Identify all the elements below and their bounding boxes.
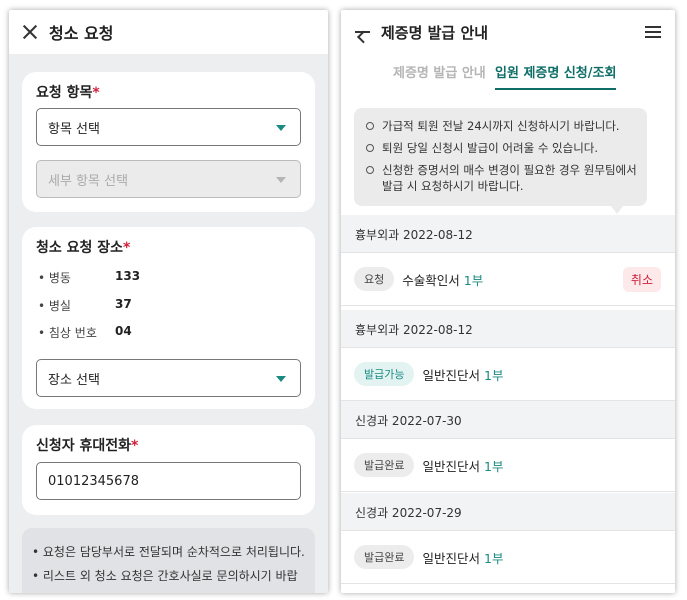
required-mark: * bbox=[123, 240, 131, 256]
required-mark: * bbox=[131, 438, 139, 454]
close-icon[interactable] bbox=[21, 23, 39, 41]
location-field-bed: • 침상 번호 04 bbox=[38, 324, 132, 340]
circle-bullet-icon bbox=[366, 166, 374, 174]
document-count: 1부 bbox=[484, 458, 504, 474]
tab-inpatient-certificate[interactable]: 입원 제증명 신청/조회 bbox=[495, 62, 617, 90]
caret-down-icon bbox=[276, 177, 286, 183]
notice-item: 가급적 퇴원 전날 24시까지 신청하시기 바랍니다. bbox=[366, 118, 637, 134]
document-name: 일반진단서 bbox=[422, 458, 480, 474]
document-name: 수술확인서 bbox=[402, 272, 460, 288]
status-badge: 발급완료 bbox=[354, 545, 415, 569]
header: 청소 요청 bbox=[9, 10, 328, 54]
group-header: 신경과 2022-07-30 bbox=[341, 401, 675, 439]
request-item-title: 요청 항목* bbox=[36, 85, 100, 101]
list-item[interactable]: 발급완료 일반진단서 1부 bbox=[341, 530, 675, 584]
notice-line: • 리스트 외 청소 요청은 간호사실로 문의하시기 바랍 bbox=[32, 569, 298, 583]
required-mark: * bbox=[92, 85, 100, 101]
tab-bar: 제증명 발급 안내 입원 제증명 신청/조회 bbox=[341, 54, 675, 94]
document-count: 1부 bbox=[484, 367, 504, 383]
phone-card: 신청자 휴대전화* 01012345678 bbox=[22, 425, 315, 515]
menu-icon[interactable] bbox=[645, 26, 661, 38]
cancel-button[interactable]: 취소 bbox=[622, 267, 661, 292]
header: 제증명 발급 안내 bbox=[341, 10, 675, 54]
phone-title: 신청자 휴대전화* bbox=[36, 438, 139, 454]
list-item[interactable]: 요청 수술확인서 1부 취소 bbox=[341, 252, 675, 306]
status-badge: 발급가능 bbox=[354, 362, 415, 386]
document-count: 1부 bbox=[463, 272, 484, 288]
status-badge: 요청 bbox=[354, 267, 395, 291]
location-field-ward: • 병동 133 bbox=[38, 269, 141, 285]
tab-certificate-guide[interactable]: 제증명 발급 안내 bbox=[393, 62, 486, 81]
page-title: 청소 요청 bbox=[49, 24, 114, 43]
notice-bubble: 가급적 퇴원 전날 24시까지 신청하시기 바랍니다. 퇴원 당일 신청시 발급… bbox=[354, 108, 647, 214]
certificate-screen: 제증명 발급 안내 제증명 발급 안내 입원 제증명 신청/조회 가급적 퇴원 … bbox=[341, 10, 675, 593]
document-count: 1부 bbox=[484, 550, 504, 566]
group-header: 흉부외과 2022-08-12 bbox=[341, 215, 675, 253]
caret-down-icon bbox=[276, 376, 286, 382]
document-name: 일반진단서 bbox=[422, 550, 480, 566]
location-card: 청소 요청 장소* • 병동 133 • 병실 37 • 침상 번호 04 장소… bbox=[22, 227, 315, 409]
detail-item-select[interactable]: 세부 항목 선택 bbox=[36, 160, 301, 198]
list-item[interactable]: 발급완료 일반진단서 1부 bbox=[341, 438, 675, 492]
circle-bullet-icon bbox=[366, 144, 374, 152]
notice-box: • 요청은 담당부서로 전달되며 순차적으로 처리됩니다. • 리스트 외 청소… bbox=[22, 528, 315, 593]
caret-down-icon bbox=[276, 125, 286, 131]
location-title: 청소 요청 장소* bbox=[36, 240, 131, 256]
request-item-card: 요청 항목* 항목 선택 세부 항목 선택 bbox=[22, 72, 315, 212]
page-title: 제증명 발급 안내 bbox=[381, 23, 489, 42]
circle-bullet-icon bbox=[366, 122, 374, 130]
notice-item: 신청한 증명서의 매수 변경이 필요한 경우 원무팀에서 발급 시 요청하시기 … bbox=[366, 162, 637, 194]
status-badge: 발급완료 bbox=[354, 453, 415, 477]
phone-input[interactable]: 01012345678 bbox=[36, 462, 301, 500]
group-header: 신경과 2022-07-29 bbox=[341, 493, 675, 531]
notice-item: 퇴원 당일 신청시 발급이 어려울 수 있습니다. bbox=[366, 140, 637, 156]
group-header: 흉부외과 2022-08-12 bbox=[341, 310, 675, 348]
document-name: 일반진단서 bbox=[422, 367, 480, 383]
back-arrow-icon[interactable] bbox=[353, 23, 371, 44]
notice-line: • 요청은 담당부서로 전달되며 순차적으로 처리됩니다. bbox=[32, 545, 305, 559]
cleaning-request-screen: 청소 요청 요청 항목* 항목 선택 세부 항목 선택 청소 요청 장소* • … bbox=[9, 10, 328, 593]
place-select[interactable]: 장소 선택 bbox=[36, 359, 301, 397]
location-field-room: • 병실 37 bbox=[38, 297, 132, 313]
list-item[interactable]: 발급가능 일반진단서 1부 bbox=[341, 347, 675, 401]
item-select[interactable]: 항목 선택 bbox=[36, 108, 301, 146]
